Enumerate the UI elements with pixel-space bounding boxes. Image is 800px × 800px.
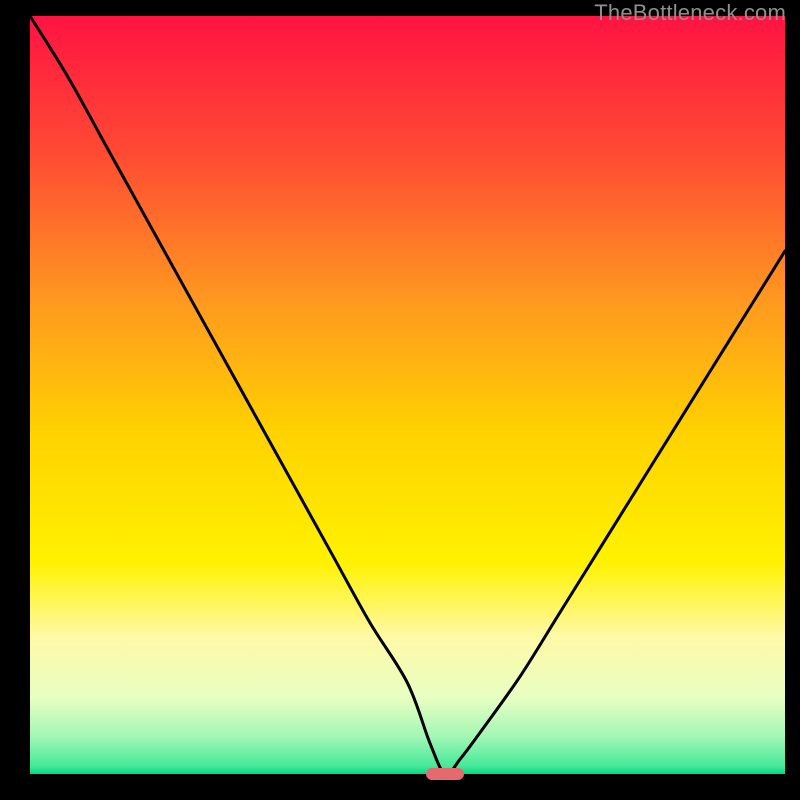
bottleneck-chart: TheBottleneck.com: [0, 0, 800, 800]
plot-area: [30, 16, 785, 774]
optimal-marker: [426, 768, 464, 780]
bottleneck-curve: [30, 16, 785, 774]
watermark-text: TheBottleneck.com: [594, 0, 786, 26]
